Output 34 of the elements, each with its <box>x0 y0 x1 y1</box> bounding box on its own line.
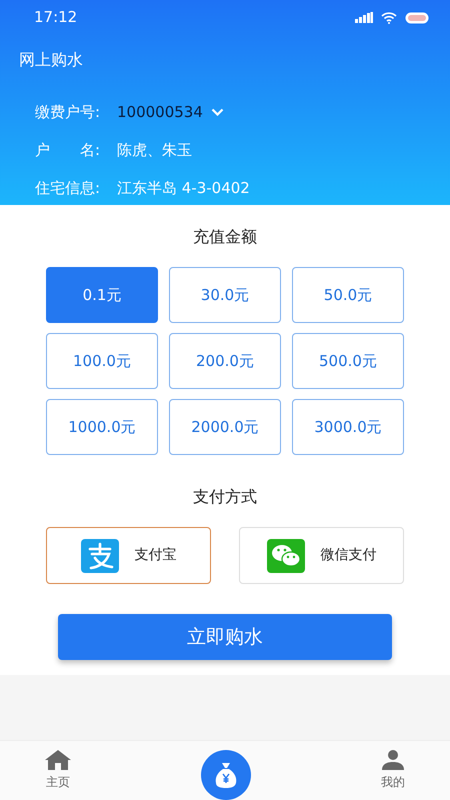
field-value: 陈虎、朱玉 <box>117 140 192 161</box>
account-dropdown[interactable]: 100000534 <box>117 100 224 124</box>
signal-icon <box>355 12 373 23</box>
field-value: 江东半岛 4-3-0402 <box>117 178 250 199</box>
money-bag-icon <box>215 762 237 788</box>
field-label: 住宅信息: <box>35 178 102 199</box>
page-title: 网上购水 <box>18 49 84 71</box>
status-time: 17:12 <box>34 7 78 28</box>
payment-option[interactable]: 微信支付 <box>239 527 404 584</box>
amount-option[interactable]: 3000.0元 <box>292 399 404 455</box>
field-label: 户 名: <box>35 140 102 161</box>
tab-item[interactable]: 主页 <box>45 750 71 791</box>
alipay-icon <box>80 538 118 572</box>
amount-option[interactable]: 30.0元 <box>169 267 281 323</box>
battery-icon <box>405 12 430 24</box>
payment-option[interactable]: 支付宝 <box>46 527 211 584</box>
section-title: 支付方式 <box>192 486 258 508</box>
tab-item[interactable]: 我的 <box>381 750 405 791</box>
field-label: 缴费户号: <box>35 102 102 123</box>
person-icon <box>382 750 404 770</box>
amount-option[interactable]: 100.0元 <box>46 333 158 389</box>
buy-button[interactable]: 立即购水 <box>58 614 392 660</box>
home-icon <box>45 750 71 770</box>
purchase-tab-button[interactable] <box>201 750 251 800</box>
wifi-icon <box>381 12 397 24</box>
amount-option[interactable]: 0.1元 <box>46 267 158 323</box>
amount-option[interactable]: 200.0元 <box>169 333 281 389</box>
amount-option[interactable]: 1000.0元 <box>46 399 158 455</box>
section-title: 充值金额 <box>192 226 258 248</box>
wechat-icon <box>266 538 304 572</box>
amount-option[interactable]: 50.0元 <box>292 267 404 323</box>
amount-option[interactable]: 500.0元 <box>292 333 404 389</box>
chevron-down-icon <box>210 108 224 116</box>
amount-option[interactable]: 2000.0元 <box>169 399 281 455</box>
